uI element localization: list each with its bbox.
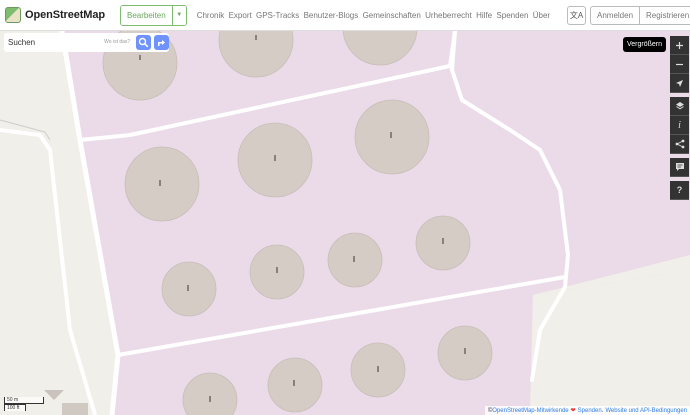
- translate-icon: 文A: [569, 11, 584, 20]
- language-button[interactable]: 文A: [567, 6, 586, 25]
- where-is-this-link[interactable]: Wo ist das?: [104, 39, 130, 45]
- search-button[interactable]: [136, 35, 152, 50]
- contributors-link[interactable]: OpenStreetMap-Mitwirkende: [492, 408, 568, 414]
- edit-button[interactable]: Bearbeiten: [121, 5, 172, 25]
- note-icon: [675, 163, 684, 171]
- query-features-button[interactable]: ?: [670, 181, 689, 200]
- edit-button-group: Bearbeiten ▼: [120, 4, 187, 26]
- search-input[interactable]: Suchen Wo ist das?: [6, 35, 133, 50]
- directions-icon: [158, 40, 166, 46]
- top-navbar: OpenStreetMap Bearbeiten ▼ Chronik Expor…: [0, 0, 690, 31]
- chevron-down-icon[interactable]: ▼: [171, 5, 186, 25]
- query-icon: ?: [676, 185, 683, 195]
- locate-button[interactable]: [670, 74, 689, 93]
- logo-text: OpenStreetMap: [25, 9, 105, 21]
- directions-button[interactable]: [154, 35, 169, 50]
- nav-user-diaries[interactable]: Benutzer-Blogs: [304, 11, 359, 20]
- auth-group: Anmelden Registrieren: [590, 6, 690, 25]
- search-bar: Suchen Wo ist das?: [4, 33, 169, 52]
- map-controls: i ?: [670, 36, 689, 200]
- logo[interactable]: OpenStreetMap: [5, 7, 105, 23]
- share-button[interactable]: [670, 135, 689, 154]
- zoom-in-button[interactable]: [670, 36, 689, 55]
- osm-logo-icon: [5, 7, 21, 23]
- map-canvas[interactable]: [0, 31, 690, 415]
- donate-link[interactable]: Spenden: [578, 408, 602, 414]
- scale-imperial: 100 ft: [4, 404, 26, 411]
- nav-export[interactable]: Export: [229, 11, 252, 20]
- nav-donate[interactable]: Spenden: [496, 11, 528, 20]
- nav-communities[interactable]: Gemeinschaften: [363, 11, 421, 20]
- heart-icon: ❤: [570, 408, 576, 414]
- scale-bar: 50 m 100 ft: [4, 397, 44, 411]
- share-icon: [675, 139, 684, 149]
- scale-metric: 50 m: [4, 397, 44, 404]
- layers-button[interactable]: [670, 97, 689, 116]
- layers-icon: [675, 102, 684, 110]
- nav-history[interactable]: Chronik: [197, 11, 225, 20]
- add-note-button[interactable]: [670, 158, 689, 177]
- search-placeholder: Suchen: [8, 38, 36, 47]
- attribution-separator: .: [601, 407, 604, 414]
- info-icon: i: [678, 119, 681, 131]
- register-button[interactable]: Registrieren: [639, 7, 690, 24]
- nav-copyright[interactable]: Urheberrecht: [425, 11, 472, 20]
- terms-link[interactable]: Website und API-Bedingungen: [605, 408, 687, 414]
- zoom-out-button[interactable]: [670, 55, 689, 74]
- login-button[interactable]: Anmelden: [591, 7, 639, 24]
- nav-about[interactable]: Über: [533, 11, 550, 20]
- zoom-out-icon: [676, 63, 683, 65]
- attribution: © OpenStreetMap-Mitwirkende ❤ Spenden . …: [484, 406, 690, 415]
- main-nav: Chronik Export GPS-Tracks Benutzer-Blogs…: [197, 11, 555, 20]
- nav-help[interactable]: Hilfe: [476, 11, 492, 20]
- nav-gps-traces[interactable]: GPS-Tracks: [256, 11, 299, 20]
- search-icon: [138, 37, 149, 48]
- locate-icon: [676, 79, 683, 87]
- zoom-in-icon: [676, 41, 683, 49]
- map-data-button[interactable]: i: [670, 116, 689, 135]
- zoom-in-tooltip: Vergrößern: [623, 37, 667, 52]
